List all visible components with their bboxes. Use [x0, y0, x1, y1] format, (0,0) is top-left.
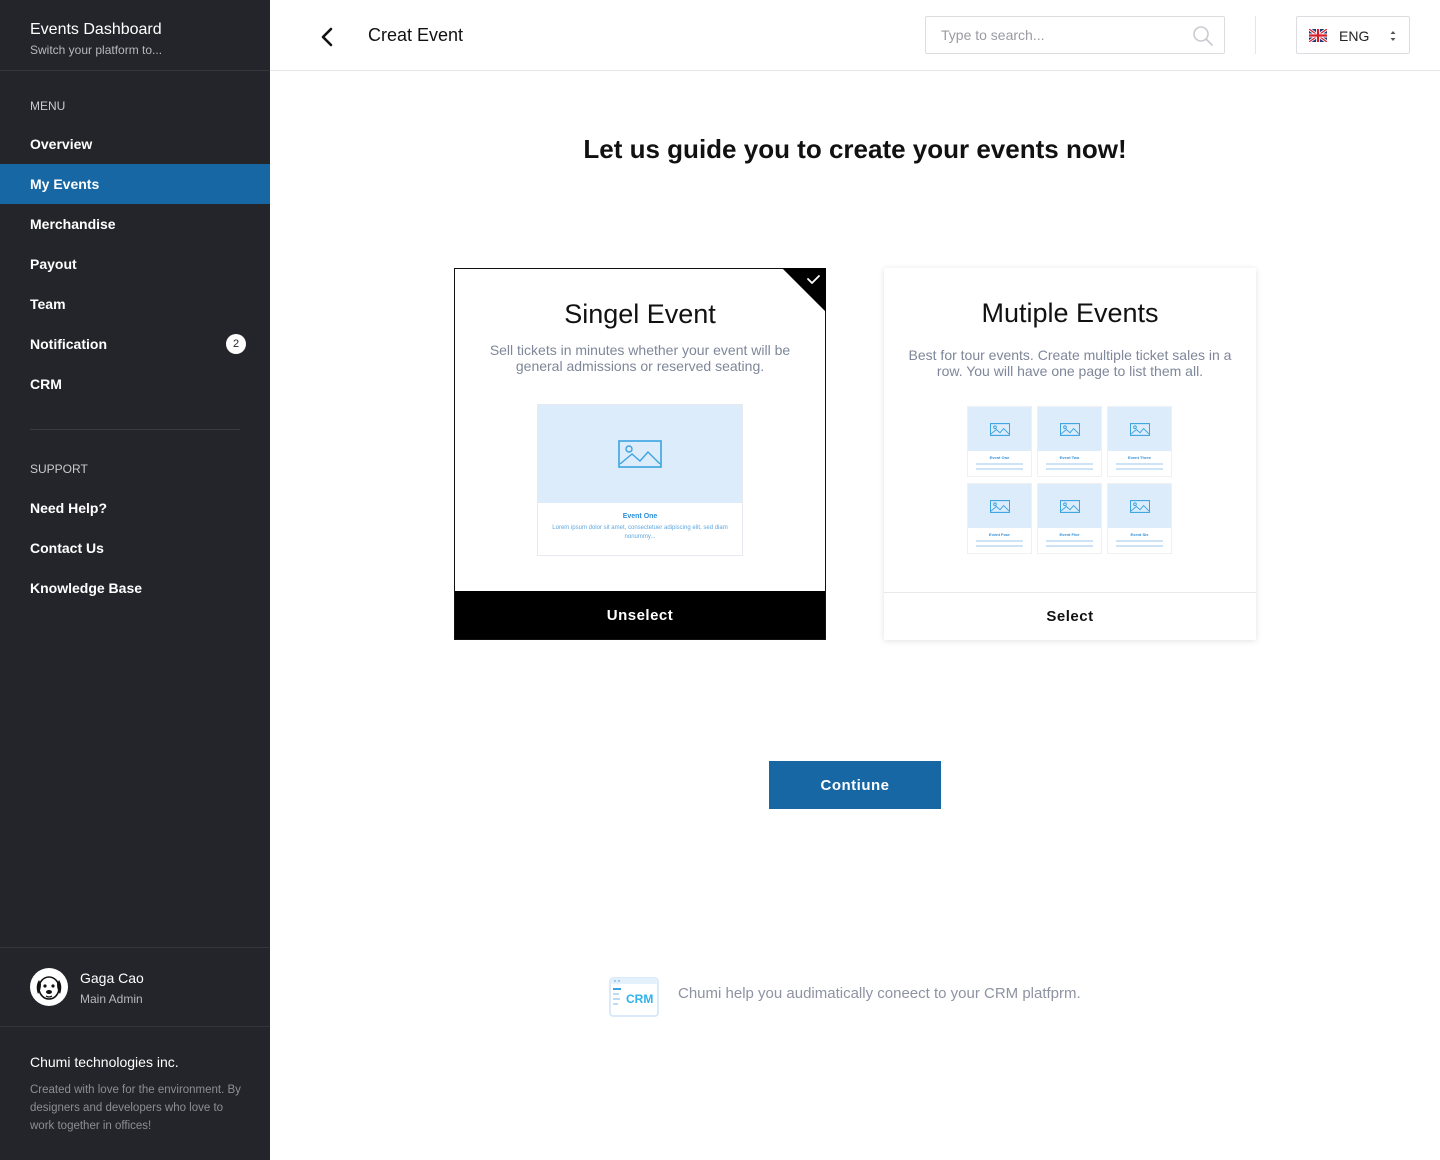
user-role: Main Admin [80, 992, 143, 1006]
card-title: Singel Event [564, 299, 716, 329]
uk-flag-icon [1309, 29, 1327, 42]
sidebar-item-label: Need Help? [30, 500, 108, 516]
preview-event-text: Lorem ipsum dolor sit amet, consectetuer… [552, 525, 728, 540]
topbar-divider [1255, 16, 1256, 54]
unselect-button[interactable]: Unselect [455, 591, 825, 639]
sidebar-item-team[interactable]: Team [0, 284, 270, 324]
footer-note: Created with love for the environment. B… [30, 1084, 241, 1132]
support-section-label: SUPPORT [30, 462, 88, 476]
preview-tile-name: Event One [989, 455, 1010, 460]
preview-tile: Event Three [1107, 406, 1172, 477]
sidebar-item-label: Payout [30, 256, 77, 272]
continue-button[interactable]: Contiune [769, 761, 941, 809]
sidebar-item-overview[interactable]: Overview [0, 124, 270, 164]
crm-logo-icon: CRM [609, 977, 659, 1017]
preview-event-name: Event One [622, 513, 658, 520]
guide-heading: Let us guide you to create your events n… [583, 134, 1127, 164]
svg-text:CRM: CRM [626, 992, 653, 1006]
image-placeholder-icon [1108, 484, 1171, 528]
sidebar-item-label: Knowledge Base [30, 580, 143, 596]
sidebar-item-contact-us[interactable]: Contact Us [0, 528, 270, 568]
single-event-preview: Event One Lorem ipsum dolor sit amet, co… [537, 404, 743, 556]
sidebar-item-notification[interactable]: Notification 2 [0, 324, 270, 364]
single-event-card[interactable]: Singel Event Sell tickets in minutes whe… [454, 268, 826, 640]
preview-tile-name: Event Four [989, 532, 1010, 537]
user-profile[interactable]: Gaga Cao Main Admin [0, 947, 270, 1027]
preview-tile-name: Event Five [1059, 532, 1080, 537]
search-icon[interactable] [1192, 25, 1214, 47]
page-title: Creat Event [368, 25, 464, 45]
multiple-events-card[interactable]: Mutiple Events Best for tour events. Cre… [884, 268, 1256, 640]
select-button[interactable]: Select [884, 592, 1256, 640]
preview-tile-name: Event Six [1130, 532, 1149, 537]
preview-tile-name: Event Two [1059, 455, 1080, 460]
image-placeholder-icon [1038, 407, 1101, 451]
menu-section-label: MENU [30, 99, 66, 113]
language-select[interactable]: ENG [1296, 16, 1410, 54]
preview-tile: Event Five [1037, 483, 1102, 554]
sidebar-item-label: Contact Us [30, 540, 104, 556]
notification-count-badge: 2 [226, 334, 246, 354]
crm-info-text: Chumi help you audimatically coneect to … [678, 985, 1081, 1002]
platform-switch-hint: Switch your platform to... [30, 43, 163, 57]
sidebar-item-label: CRM [30, 376, 62, 392]
card-description: Best for tour events. Create multiple ti… [908, 347, 1232, 379]
sidebar-item-need-help[interactable]: Need Help? [0, 488, 270, 528]
language-label: ENG [1339, 28, 1370, 44]
sidebar-item-my-events[interactable]: My Events [0, 164, 270, 204]
preview-tile: Event Two [1037, 406, 1102, 477]
back-button[interactable] [314, 24, 340, 50]
sidebar-item-crm[interactable]: CRM [0, 364, 270, 404]
sidebar-item-label: Notification [30, 336, 107, 352]
image-placeholder-icon [968, 407, 1031, 451]
image-placeholder-icon [968, 484, 1031, 528]
search-box [925, 16, 1225, 54]
image-placeholder-icon [538, 405, 742, 503]
preview-tile: Event Four [967, 483, 1032, 554]
sidebar: Events Dashboard Switch your platform to… [0, 0, 270, 1160]
app-title: Events Dashboard [30, 21, 162, 38]
search-input[interactable] [926, 17, 1176, 53]
company-name: Chumi technologies inc. [30, 1054, 179, 1070]
card-description: Sell tickets in minutes whether your eve… [489, 342, 791, 374]
image-placeholder-icon [1038, 484, 1101, 528]
select-arrows-icon [1390, 31, 1396, 41]
chevron-left-icon [321, 27, 333, 47]
preview-tile: Event Six [1107, 483, 1172, 554]
preview-tile: Event One [967, 406, 1032, 477]
platform-switcher[interactable]: Events Dashboard Switch your platform to… [0, 0, 270, 71]
top-bar: Creat Event ENG [270, 0, 1440, 71]
sidebar-item-label: Team [30, 296, 66, 312]
dog-avatar-icon [30, 968, 68, 1006]
sidebar-item-label: Overview [30, 136, 93, 152]
sidebar-item-payout[interactable]: Payout [0, 244, 270, 284]
image-placeholder-icon [1108, 407, 1171, 451]
sidebar-item-label: My Events [30, 176, 100, 192]
sidebar-item-knowledge-base[interactable]: Knowledge Base [0, 568, 270, 608]
preview-tile-name: Event Three [1128, 455, 1151, 460]
sidebar-item-label: Merchandise [30, 216, 116, 232]
card-title: Mutiple Events [981, 298, 1159, 328]
sidebar-divider [30, 429, 240, 430]
user-name: Gaga Cao [80, 970, 144, 986]
sidebar-item-merchandise[interactable]: Merchandise [0, 204, 270, 244]
